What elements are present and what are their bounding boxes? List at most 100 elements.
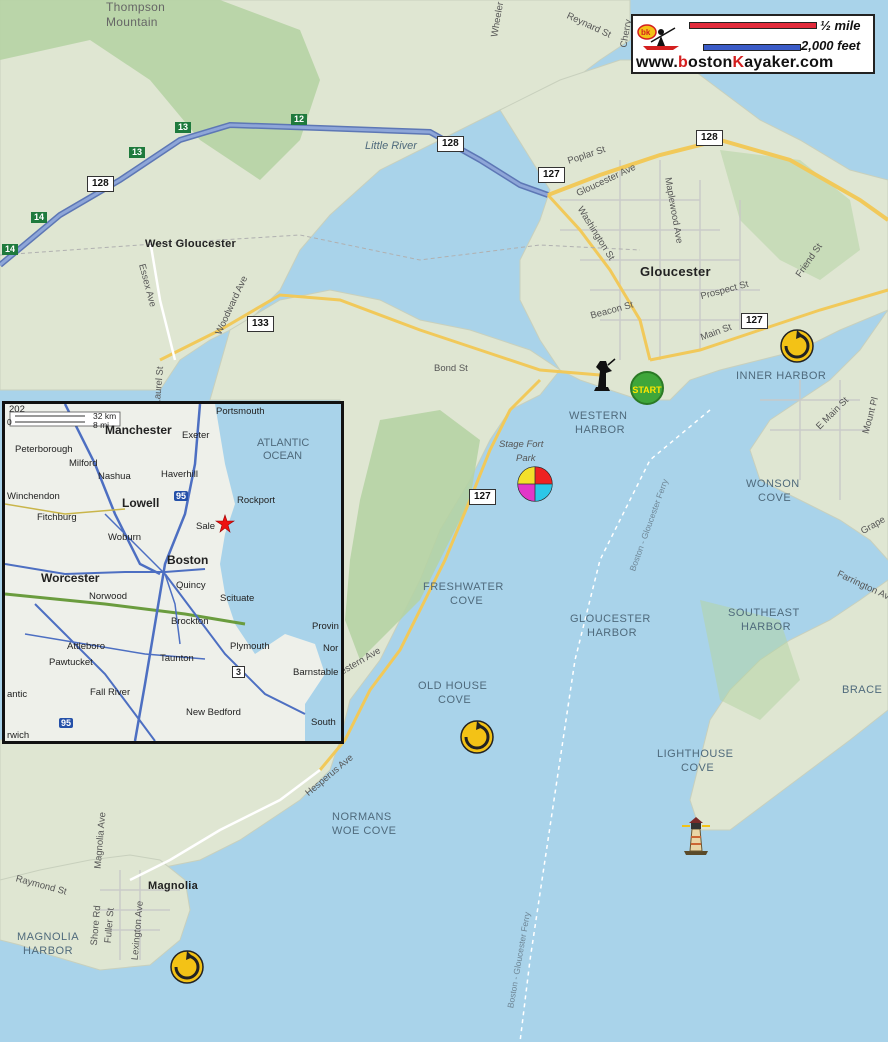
water-freshwater-line2: COVE bbox=[450, 595, 484, 607]
inset-city-rwich: rwich bbox=[7, 730, 30, 741]
inset-city-worcester: Worcester bbox=[41, 571, 100, 585]
water-western-harbor-line2: HARBOR bbox=[575, 424, 626, 436]
inset-ocean-atlantic: ATLANTIC bbox=[257, 437, 310, 449]
inset-city-quincy: Quincy bbox=[176, 580, 206, 591]
inset-city-antic: antic bbox=[7, 689, 28, 700]
water-wonson-line2: COVE bbox=[758, 492, 792, 504]
inset-city-brockton: Brockton bbox=[171, 616, 209, 627]
place-west-gloucester: West Gloucester bbox=[145, 238, 237, 250]
inset-city-nor: Nor bbox=[323, 643, 339, 654]
inset-city-rockport: Rockport bbox=[237, 495, 276, 506]
route-127-sign: 127 bbox=[538, 167, 565, 183]
inset-scale-zero: 0 bbox=[7, 417, 12, 427]
park-stage-fort-line2: Park bbox=[516, 453, 536, 464]
inset-city-provincetown: Provin bbox=[312, 621, 339, 632]
inset-city-lowell: Lowell bbox=[122, 496, 160, 510]
water-brace: BRACE bbox=[842, 684, 883, 696]
inset-city-milford: Milford bbox=[69, 458, 98, 469]
inset-city-norwood: Norwood bbox=[89, 591, 128, 602]
inset-city-scituate: Scituate bbox=[220, 593, 255, 604]
scale-bar-mile bbox=[689, 22, 817, 29]
exit-13-sign: 13 bbox=[129, 147, 146, 158]
start-marker[interactable]: START bbox=[630, 371, 664, 405]
place-gloucester: Gloucester bbox=[640, 264, 711, 279]
inset-scale-202: 202 bbox=[9, 404, 25, 415]
water-southeast-line2: HARBOR bbox=[741, 621, 792, 633]
inset-i95-shield: 95 bbox=[59, 718, 74, 728]
inset-city-haverhill: Haverhill bbox=[161, 469, 198, 480]
street-bond: Bond St bbox=[434, 363, 468, 374]
inset-route-3-shield: 3 bbox=[232, 666, 246, 678]
inset-ocean-ocean: OCEAN bbox=[263, 450, 303, 462]
inset-city-winchendon: Winchendon bbox=[7, 491, 60, 502]
place-thompson: Thompson bbox=[106, 0, 166, 14]
water-normans-line2: WOE COVE bbox=[332, 825, 397, 837]
water-normans-line1: NORMANS bbox=[332, 811, 392, 823]
inset-city-fall-river: Fall River bbox=[90, 687, 131, 698]
site-end: ayaker.com bbox=[744, 54, 834, 71]
water-southeast-line1: SOUTHEAST bbox=[728, 607, 800, 619]
exit-14-sign: 14 bbox=[31, 212, 48, 223]
water-little-river: Little River bbox=[365, 140, 417, 152]
loop-direction-icon[interactable] bbox=[779, 328, 815, 364]
inset-city-manchester: Manchester bbox=[105, 423, 172, 437]
inset-city-peterborough: Peterborough bbox=[15, 444, 73, 455]
fisherman-statue-icon[interactable] bbox=[588, 357, 616, 393]
route-133-sign: 133 bbox=[247, 316, 274, 332]
place-magnolia: Magnolia bbox=[148, 880, 199, 892]
inset-city-fitchburg: Fitchburg bbox=[37, 512, 77, 523]
loop-direction-icon[interactable] bbox=[169, 949, 205, 985]
website-link[interactable]: www.bostonKayaker.com bbox=[636, 54, 833, 72]
route-127-sign: 127 bbox=[469, 489, 496, 505]
scale-mile-label: ½ mile bbox=[820, 18, 861, 33]
exit-13-sign: 13 bbox=[175, 122, 192, 133]
inset-city-south: South bbox=[311, 717, 336, 728]
inset-city-salem: Sale bbox=[196, 521, 216, 532]
water-old-house-line2: COVE bbox=[438, 694, 472, 706]
beach-ball-icon[interactable] bbox=[516, 465, 554, 503]
lighthouse-icon[interactable] bbox=[680, 815, 712, 855]
loop-direction-icon[interactable] bbox=[459, 719, 495, 755]
water-lighthouse-line2: COVE bbox=[681, 762, 715, 774]
site-k: K bbox=[732, 54, 745, 71]
route-128-sign: 128 bbox=[87, 176, 114, 192]
scale-feet-label: 2,000 feet bbox=[801, 38, 861, 53]
inset-city-boston: Boston bbox=[167, 553, 209, 567]
water-western-harbor-line1: WESTERN bbox=[569, 410, 628, 422]
map-legend: bk ½ mile 2,000 feet www.bostonKayaker.c… bbox=[631, 14, 875, 74]
inset-city-nashua: Nashua bbox=[98, 471, 131, 482]
exit-12-sign: 12 bbox=[291, 114, 308, 125]
water-old-house-line1: OLD HOUSE bbox=[418, 680, 488, 692]
water-wonson-line1: WONSON bbox=[746, 478, 800, 490]
inset-city-plymouth: Plymouth bbox=[230, 641, 270, 652]
route-127-sign: 127 bbox=[741, 313, 768, 329]
water-freshwater-line1: FRESHWATER bbox=[423, 581, 504, 593]
water-gloucester-harbor-line1: GLOUCESTER bbox=[570, 613, 651, 625]
route-128-sign: 128 bbox=[437, 136, 464, 152]
water-gloucester-harbor-line2: HARBOR bbox=[587, 627, 638, 639]
site-prefix: www. bbox=[636, 54, 678, 71]
inset-city-exeter: Exeter bbox=[182, 430, 210, 441]
park-stage-fort-line1: Stage Fort bbox=[499, 439, 544, 450]
inset-city-taunton: Taunton bbox=[160, 653, 194, 664]
place-mountain: Mountain bbox=[106, 15, 158, 29]
inset-city-new-bedford: New Bedford bbox=[186, 707, 241, 718]
water-magnolia-harbor-line2: HARBOR bbox=[23, 945, 74, 957]
exit-14-sign: 14 bbox=[2, 244, 19, 255]
inset-city-attleboro: Attleboro bbox=[67, 641, 106, 652]
inset-city-portsmouth: Portsmouth bbox=[216, 406, 265, 417]
logo-text: bk bbox=[641, 28, 651, 37]
inset-i95-shield: 95 bbox=[174, 491, 189, 501]
inset-map[interactable]: 202 32 km 0 8 mi Portsmouth Manchester E… bbox=[2, 401, 344, 744]
water-lighthouse-line1: LIGHTHOUSE bbox=[657, 748, 734, 760]
inset-city-pawtucket: Pawtucket bbox=[49, 657, 93, 668]
site-mid: oston bbox=[687, 54, 733, 71]
water-magnolia-harbor-line1: MAGNOLIA bbox=[17, 931, 80, 943]
scale-bar-feet bbox=[703, 44, 801, 51]
boston-kayaker-logo-icon: bk bbox=[637, 24, 679, 50]
water-inner-harbor: INNER HARBOR bbox=[736, 370, 827, 382]
site-b: b bbox=[678, 54, 688, 71]
route-128-sign: 128 bbox=[696, 130, 723, 146]
inset-city-barnstable: Barnstable bbox=[293, 667, 339, 678]
inset-city-woburn: Woburn bbox=[108, 532, 142, 543]
